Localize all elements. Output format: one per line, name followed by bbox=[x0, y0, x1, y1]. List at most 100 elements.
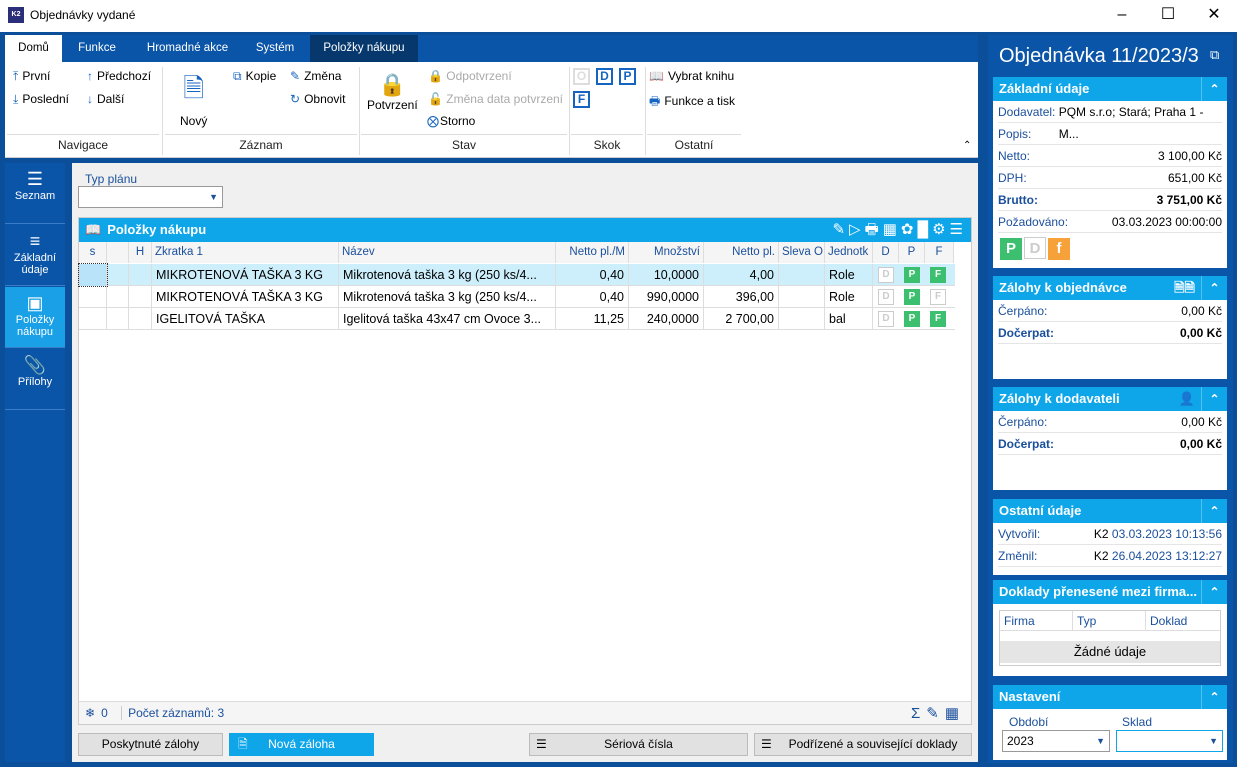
flag-p[interactable]: P bbox=[904, 289, 920, 305]
flag-f[interactable]: F bbox=[930, 267, 946, 283]
table-cell: 240,0000 bbox=[629, 308, 704, 330]
table-cell bbox=[129, 264, 152, 286]
new-advance-button[interactable]: 🗎 Nová záloha bbox=[229, 733, 374, 756]
chevron-up-icon[interactable]: ⌃ bbox=[1201, 77, 1227, 101]
flag-f[interactable]: F bbox=[930, 289, 946, 305]
chevron-down-icon: ▼ bbox=[1209, 736, 1218, 746]
jump-o-button[interactable]: O bbox=[573, 68, 590, 85]
flag-f[interactable]: f bbox=[1048, 238, 1070, 260]
storno-button[interactable]: ⨂Storno bbox=[427, 114, 475, 128]
jump-p-button[interactable]: P bbox=[619, 68, 636, 85]
collapse-ribbon-icon[interactable]: ⌃ bbox=[963, 140, 971, 151]
related-documents-button[interactable]: ☰ Podřízené a související doklady bbox=[754, 733, 972, 756]
jump-f-button[interactable]: F bbox=[573, 91, 590, 108]
refresh-button[interactable]: ↻ Obnovit bbox=[290, 92, 345, 106]
table-cell bbox=[107, 286, 129, 308]
arrow-bottom-icon: ⤓ bbox=[13, 92, 19, 106]
snowflake-icon[interactable]: ❄ bbox=[85, 706, 95, 720]
table-row[interactable]: IGELITOVÁ TAŠKA Igelitová taška 43x47 cm … bbox=[79, 308, 955, 330]
table-row[interactable]: MIKROTENOVÁ TAŠKA 3 KG Mikrotenová taška … bbox=[79, 286, 955, 308]
footer-tools-icons[interactable]: Σ✎▦ bbox=[911, 702, 965, 725]
flag-f[interactable]: F bbox=[930, 311, 946, 327]
flag-d[interactable]: D bbox=[878, 311, 894, 327]
tab-system[interactable]: Systém bbox=[245, 35, 305, 62]
chevron-up-icon[interactable]: ⌃ bbox=[1201, 499, 1227, 523]
next-button[interactable]: ↓ Další bbox=[87, 92, 124, 106]
copy-button[interactable]: ⧉ Kopie bbox=[233, 69, 276, 84]
unconfirm-button[interactable]: 🔒 Odpotvrzení bbox=[428, 69, 512, 83]
edit-button[interactable]: ✎ Změna bbox=[290, 69, 341, 83]
sidebar-item-zakladni-udaje[interactable]: ≡ Základní údaje bbox=[5, 225, 65, 286]
select-book-button[interactable]: 📖 Vybrat knihu bbox=[649, 69, 734, 83]
chevron-up-icon[interactable]: ⌃ bbox=[1201, 685, 1227, 709]
column-header[interactable]: P bbox=[899, 242, 925, 263]
column-header[interactable]: Množství bbox=[629, 242, 704, 263]
flag-p[interactable]: P bbox=[1000, 238, 1022, 260]
flag-d[interactable]: D bbox=[878, 289, 894, 305]
confirm-button[interactable]: 🔒 Potvrzení bbox=[367, 72, 418, 112]
chevron-up-icon[interactable]: ⌃ bbox=[1201, 276, 1227, 300]
period-select[interactable]: 2023 ▼ bbox=[1002, 730, 1110, 752]
book-icon: 📖 bbox=[85, 222, 102, 237]
table-cell bbox=[129, 286, 152, 308]
column-header[interactable]: Netto pl. bbox=[704, 242, 779, 263]
documents-icon[interactable]: 🗎🗎 bbox=[1174, 276, 1195, 300]
plan-type-select[interactable]: ▼ bbox=[78, 186, 223, 208]
chevron-up-icon[interactable]: ⌃ bbox=[1201, 580, 1227, 604]
lock-icon: 🔒 bbox=[378, 72, 407, 97]
store-select[interactable]: ▼ bbox=[1116, 730, 1223, 752]
column-header[interactable]: Zkratka 1 bbox=[152, 242, 339, 263]
column-header[interactable]: F bbox=[925, 242, 954, 263]
sidebar-item-polozky-nakupu[interactable]: ▣ Položky nákupu bbox=[5, 287, 65, 348]
column-header[interactable]: Netto pl./M bbox=[556, 242, 629, 263]
table-cell bbox=[129, 308, 152, 330]
close-button[interactable]: ✕ bbox=[1191, 0, 1237, 32]
user-list-icon[interactable]: 👤 bbox=[1179, 387, 1195, 411]
sidebar-item-seznam[interactable]: ☰ Seznam bbox=[5, 163, 65, 224]
previous-button[interactable]: ↑ Předchozí bbox=[87, 69, 151, 83]
flag-d[interactable]: D bbox=[878, 267, 894, 283]
card-transfers: Doklady přenesené mezi firma... ⌃ Firma T… bbox=[993, 580, 1227, 676]
table-cell: 396,00 bbox=[704, 286, 779, 308]
table-cell: 2 700,00 bbox=[704, 308, 779, 330]
first-button[interactable]: ⤒ První bbox=[13, 69, 50, 84]
table-cell bbox=[78, 263, 108, 287]
change-confirm-date-button[interactable]: 🔓 Změna data potvrzení bbox=[428, 92, 563, 106]
group-ostatni: Ostatní bbox=[647, 134, 741, 154]
arrow-top-icon: ⤒ bbox=[13, 69, 19, 83]
flag-p[interactable]: P bbox=[904, 267, 920, 283]
maximize-button[interactable]: ☐ bbox=[1145, 0, 1191, 32]
column-header[interactable] bbox=[107, 242, 129, 263]
tab-funkce[interactable]: Funkce bbox=[67, 35, 127, 62]
tab-polozky-nakupu[interactable]: Položky nákupu bbox=[310, 35, 418, 62]
tab-domu[interactable]: Domů bbox=[5, 35, 62, 62]
table-row[interactable]: MIKROTENOVÁ TAŠKA 3 KG Mikrotenová taška … bbox=[78, 263, 955, 287]
serial-numbers-button[interactable]: ☰ Sériová čísla bbox=[529, 733, 748, 756]
new-button[interactable]: 🗎 Nový bbox=[180, 70, 207, 128]
list-icon: ☰ bbox=[761, 737, 772, 751]
last-button[interactable]: ⤓ Poslední bbox=[13, 92, 69, 107]
tab-hromadne-akce[interactable]: Hromadné akce bbox=[135, 35, 240, 62]
column-header[interactable]: Jednotk bbox=[825, 242, 873, 263]
functions-print-button[interactable]: 🖶 Funkce a tisk bbox=[649, 92, 735, 113]
flag-p[interactable]: P bbox=[904, 311, 920, 327]
jump-d-button[interactable]: D bbox=[596, 68, 613, 85]
table-cell: 0,40 bbox=[556, 286, 629, 308]
grid-toolbar-icons[interactable]: ✎▷🖶▦✿█⚙☰ bbox=[832, 218, 967, 242]
supplier-link[interactable]: PQM s.r.o; Stará; Praha 1 - M... bbox=[1059, 101, 1222, 141]
column-header[interactable]: Název bbox=[339, 242, 556, 263]
column-header[interactable]: D bbox=[873, 242, 899, 263]
sidebar-item-prilohy[interactable]: 📎 Přílohy bbox=[5, 349, 65, 410]
chevron-up-icon[interactable]: ⌃ bbox=[1201, 387, 1227, 411]
column-header[interactable]: Sleva O bbox=[779, 242, 825, 263]
book-icon: 📖 bbox=[649, 69, 664, 83]
column-header[interactable]: H bbox=[129, 242, 152, 263]
external-link-icon[interactable]: ⧉ bbox=[1210, 47, 1219, 63]
table-cell: MIKROTENOVÁ TAŠKA 3 KG bbox=[152, 264, 339, 286]
minimize-button[interactable]: – bbox=[1099, 0, 1145, 32]
details-icon: ≡ bbox=[29, 231, 41, 251]
flag-d[interactable]: D bbox=[1024, 237, 1046, 259]
column-header[interactable]: s bbox=[79, 242, 107, 263]
provided-advances-button[interactable]: Poskytnuté zálohy bbox=[78, 733, 223, 756]
items-grid: 📖 Položky nákupu ✎▷🖶▦✿█⚙☰ s H Zkratka 1 Náze… bbox=[78, 217, 972, 725]
